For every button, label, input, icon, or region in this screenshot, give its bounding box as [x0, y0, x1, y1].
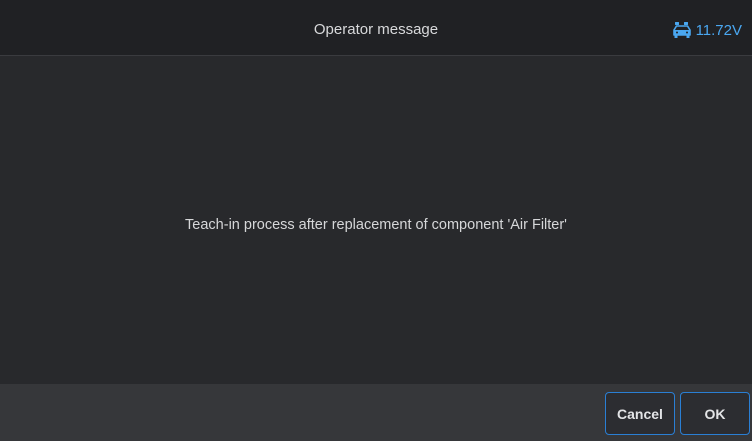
operator-message: Teach-in process after replacement of co… [0, 56, 752, 384]
operator-message-text: Teach-in process after replacement of co… [185, 217, 567, 233]
battery-status: 11.72V [672, 19, 742, 41]
ok-button[interactable]: OK [680, 392, 750, 435]
voltage-readout: 11.72V [695, 21, 742, 39]
top-bar: Operator message 11.72V [0, 0, 752, 56]
page-title: Operator message [313, 21, 439, 38]
car-battery-icon [672, 22, 691, 38]
message-area: Teach-in process after replacement of co… [0, 56, 752, 384]
cancel-button[interactable]: Cancel [605, 392, 675, 435]
action-bar: Cancel OK [0, 384, 752, 441]
